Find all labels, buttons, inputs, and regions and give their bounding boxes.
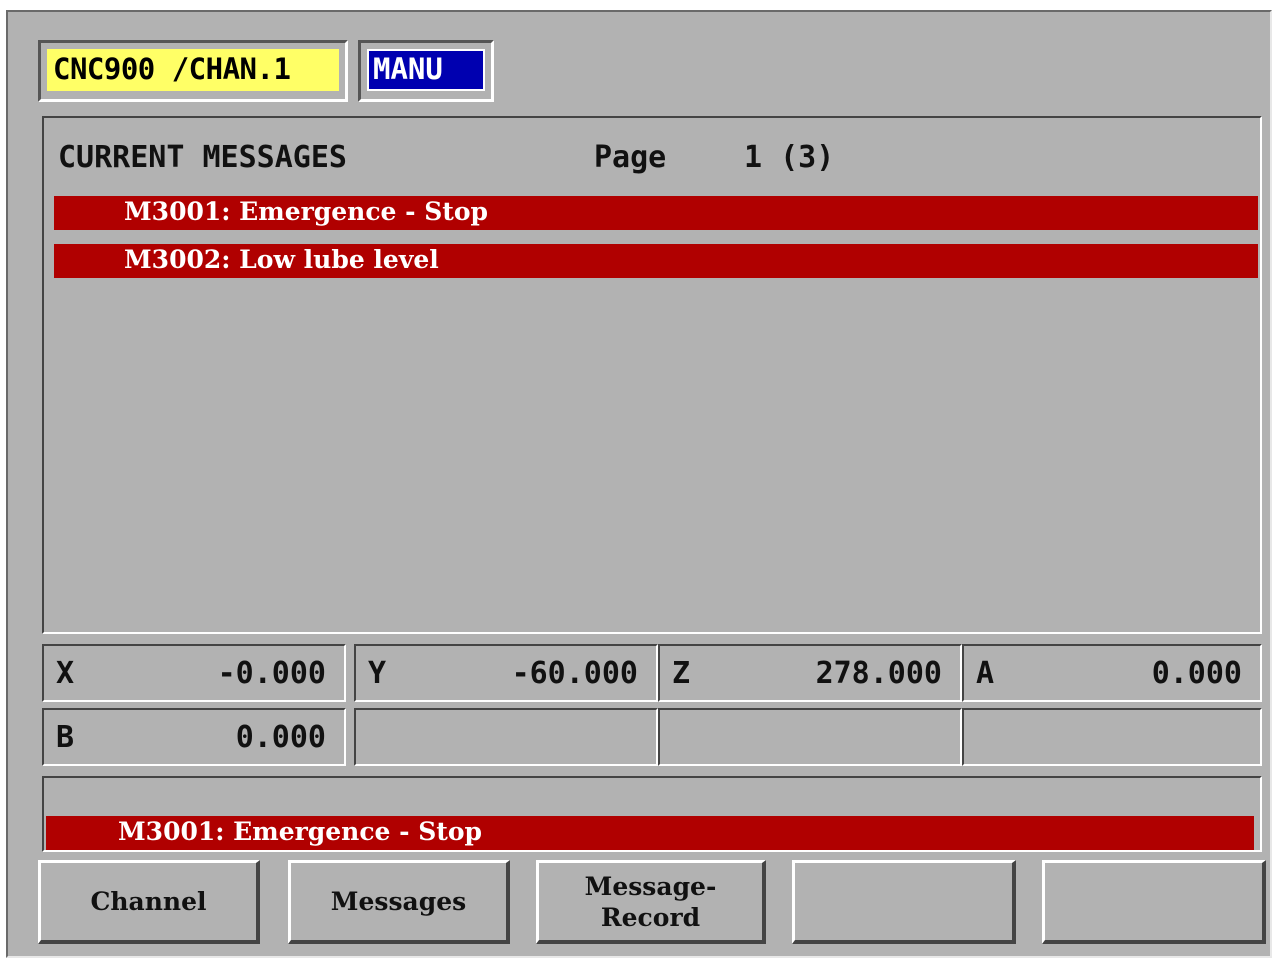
axis-value: -60.000 bbox=[511, 656, 638, 691]
axis-empty bbox=[354, 708, 658, 766]
softkey-empty-5[interactable] bbox=[1042, 860, 1266, 944]
channel-indicator: CNC900 /CHAN.1 bbox=[38, 40, 348, 102]
softkey-message-record[interactable]: Message- Record bbox=[536, 860, 766, 944]
axis-name: A bbox=[976, 656, 995, 691]
softkey-channel[interactable]: Channel bbox=[38, 860, 260, 944]
messages-panel: CURRENT MESSAGES Page 1 (3) M3001: Emerg… bbox=[42, 116, 1262, 634]
axis-name: Y bbox=[368, 656, 387, 691]
axis-y: Y -60.000 bbox=[354, 644, 658, 702]
axis-value: 0.000 bbox=[235, 720, 326, 755]
mode-label: MANU bbox=[367, 49, 485, 91]
panel-title: CURRENT MESSAGES bbox=[58, 140, 347, 175]
status-message: M3001: Emergence - Stop bbox=[46, 816, 1254, 850]
page-label: Page bbox=[594, 140, 667, 175]
mode-indicator: MANU bbox=[358, 40, 494, 102]
channel-label: CNC900 /CHAN.1 bbox=[47, 49, 339, 91]
axis-value: 278.000 bbox=[815, 656, 942, 691]
cnc-screen: CNC900 /CHAN.1 MANU CURRENT MESSAGES Pag… bbox=[6, 10, 1272, 958]
axis-value: -0.000 bbox=[217, 656, 326, 691]
axis-value: 0.000 bbox=[1151, 656, 1242, 691]
axis-empty bbox=[658, 708, 962, 766]
message-row[interactable]: M3001: Emergence - Stop bbox=[54, 196, 1258, 230]
axis-a: A 0.000 bbox=[962, 644, 1262, 702]
axis-b: B 0.000 bbox=[42, 708, 346, 766]
axis-empty bbox=[962, 708, 1262, 766]
softkey-messages[interactable]: Messages bbox=[288, 860, 510, 944]
axis-name: Z bbox=[672, 656, 691, 691]
message-row[interactable]: M3002: Low lube level bbox=[54, 244, 1258, 278]
axis-name: X bbox=[56, 656, 75, 691]
status-panel: M3001: Emergence - Stop bbox=[42, 776, 1262, 852]
softkey-empty-4[interactable] bbox=[792, 860, 1016, 944]
axis-x: X -0.000 bbox=[42, 644, 346, 702]
axis-z: Z 278.000 bbox=[658, 644, 962, 702]
axis-name: B bbox=[56, 720, 75, 755]
page-number: 1 (3) bbox=[744, 140, 835, 175]
